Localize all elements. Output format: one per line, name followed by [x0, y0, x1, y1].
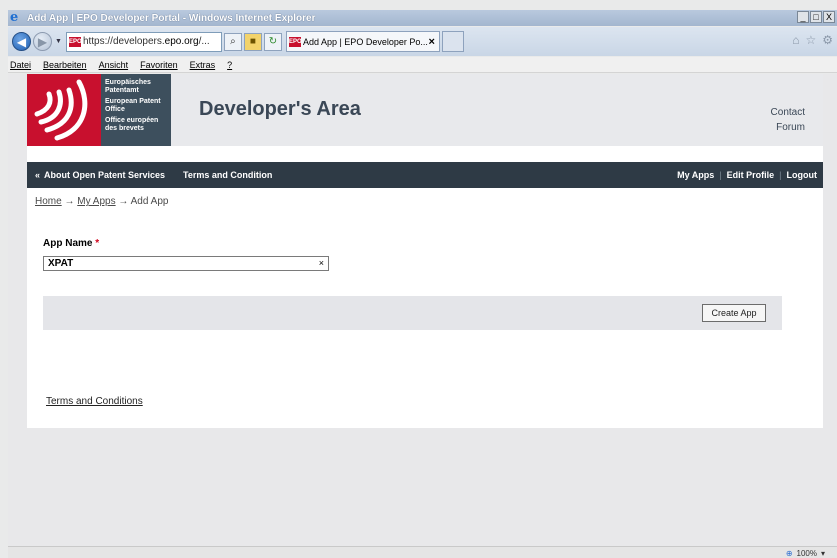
- clear-input-icon[interactable]: ×: [319, 257, 324, 270]
- zoom-icon: ⊕: [785, 549, 793, 558]
- nav-separator: |: [779, 170, 782, 180]
- maximize-button[interactable]: □: [810, 11, 822, 23]
- breadcrumb-home[interactable]: Home: [35, 196, 62, 207]
- nav-logout[interactable]: Logout: [787, 170, 818, 180]
- required-marker: *: [95, 238, 100, 249]
- settings-gear-icon[interactable]: ⚙: [822, 33, 833, 47]
- window-title-bar: e Add App | EPO Developer Portal - Windo…: [8, 10, 837, 26]
- nav-my-apps[interactable]: My Apps: [677, 170, 714, 180]
- page-container: Europäisches Patentamt European Patent O…: [27, 74, 823, 428]
- menu-help[interactable]: ?: [227, 60, 232, 70]
- browser-toolbar: ◀ ▶ ▼ EPO https://developers.epo.org/...…: [8, 27, 837, 56]
- address-bar[interactable]: EPO https://developers.epo.org/...: [65, 31, 222, 52]
- window-title: Add App | EPO Developer Portal - Windows…: [27, 12, 316, 24]
- zoom-level: 100%: [796, 549, 817, 558]
- new-tab-button[interactable]: [441, 31, 464, 52]
- breadcrumb: Home → My Apps → Add App: [35, 196, 168, 207]
- zoom-control[interactable]: ⊕ 100% ▾: [786, 549, 825, 558]
- browser-tab-active[interactable]: EPO Add App | EPO Developer Po... ×: [285, 31, 440, 52]
- header-links: Contact Forum: [771, 105, 805, 135]
- breadcrumb-current: Add App: [130, 196, 169, 207]
- menu-extras[interactable]: Extras: [190, 60, 216, 70]
- menu-ansicht[interactable]: Ansicht: [99, 60, 129, 70]
- app-name-value: XPAT: [48, 258, 74, 269]
- epo-logo-text: Europäisches Patentamt European Patent O…: [101, 74, 171, 146]
- lock-icon[interactable]: ■: [243, 32, 262, 51]
- breadcrumb-arrow: →: [64, 196, 75, 207]
- zoom-dropdown-icon[interactable]: ▾: [821, 549, 825, 558]
- terms-and-conditions-link[interactable]: Terms and Conditions: [46, 396, 143, 407]
- menu-datei[interactable]: Datei: [10, 60, 31, 70]
- tab-title: Add App | EPO Developer Po...: [302, 36, 428, 47]
- status-bar: ⊕ 100% ▾: [8, 546, 837, 558]
- app-name-input[interactable]: XPAT ×: [43, 256, 329, 271]
- nav-edit-profile[interactable]: Edit Profile: [727, 170, 775, 180]
- url-text: https://developers.epo.org/...: [82, 36, 210, 47]
- menu-bearbeiten[interactable]: Bearbeiten: [43, 60, 87, 70]
- forum-link[interactable]: Forum: [771, 120, 805, 135]
- browser-viewport: Europäisches Patentamt European Patent O…: [8, 74, 837, 546]
- refresh-icon[interactable]: ↻: [263, 32, 282, 51]
- tab-close-icon[interactable]: ×: [429, 36, 435, 48]
- menu-favoriten[interactable]: Favoriten: [140, 60, 178, 70]
- site-header: Europäisches Patentamt European Patent O…: [27, 74, 823, 146]
- app-name-label: App Name *: [43, 238, 100, 249]
- form-actions: Create App: [43, 296, 782, 330]
- nav-about-ops[interactable]: About Open Patent Services: [44, 170, 165, 180]
- search-dropdown-icon[interactable]: ⌕: [223, 32, 242, 51]
- window-controls: _ □ X: [797, 11, 835, 23]
- history-dropdown-icon[interactable]: ▼: [55, 38, 62, 45]
- site-favicon: EPO: [68, 36, 82, 47]
- double-chevron-left-icon: «: [35, 170, 41, 180]
- main-navigation: « About Open Patent Services Terms and C…: [27, 162, 823, 188]
- page-title: Developer's Area: [199, 98, 361, 120]
- nav-separator: |: [719, 170, 722, 180]
- home-icon[interactable]: ⌂: [792, 33, 799, 47]
- epo-logo-icon[interactable]: [27, 74, 101, 146]
- back-arrow-icon[interactable]: ◀: [12, 32, 31, 51]
- favorites-star-icon[interactable]: ☆: [805, 33, 816, 47]
- nav-terms[interactable]: Terms and Condition: [183, 170, 272, 180]
- minimize-button[interactable]: _: [797, 11, 809, 23]
- tab-favicon: EPO: [288, 36, 302, 47]
- breadcrumb-my-apps[interactable]: My Apps: [77, 196, 115, 207]
- close-window-button[interactable]: X: [823, 11, 835, 23]
- ie-logo-icon: e: [10, 10, 19, 25]
- create-app-button[interactable]: Create App: [702, 304, 766, 322]
- forward-arrow-icon[interactable]: ▶: [33, 32, 52, 51]
- breadcrumb-arrow: →: [118, 196, 129, 207]
- contact-link[interactable]: Contact: [771, 105, 805, 120]
- menu-bar: Datei Bearbeiten Ansicht Favoriten Extra…: [8, 57, 837, 73]
